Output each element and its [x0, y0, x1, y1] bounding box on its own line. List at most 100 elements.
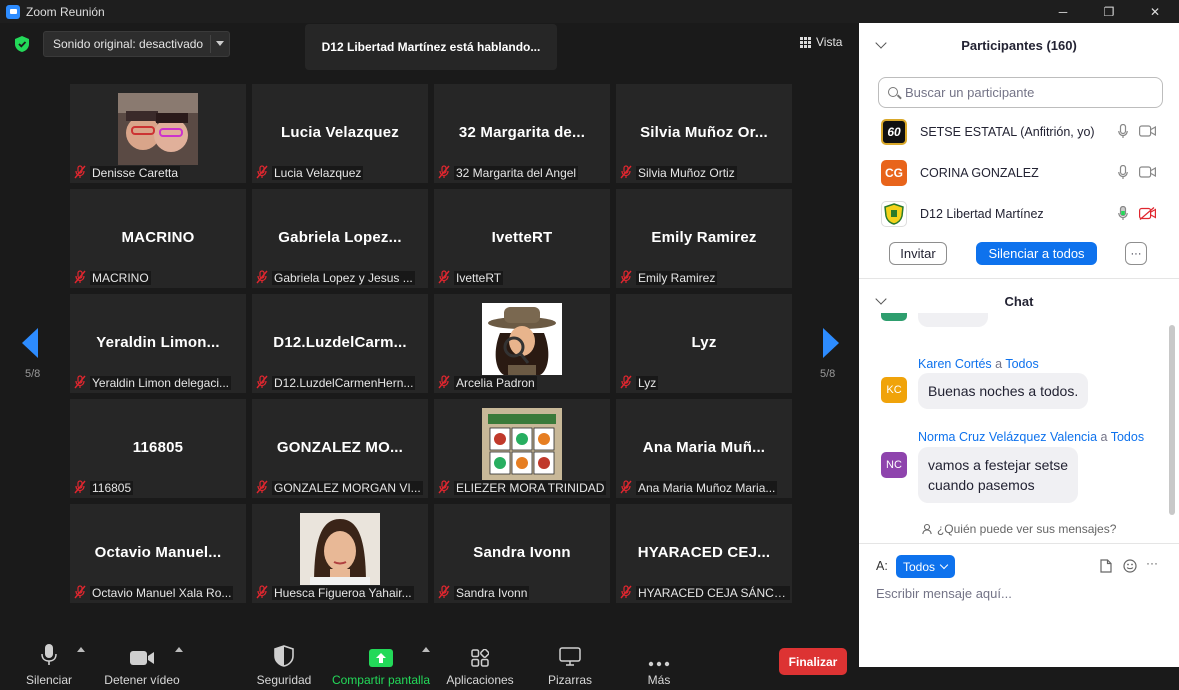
tile-display-name: GONZALEZ MO...	[276, 439, 404, 456]
participants-more-button[interactable]: ···	[1125, 242, 1147, 265]
chat-compose-input[interactable]: Escribir mensaje aquí...	[876, 586, 1012, 601]
maximize-button[interactable]: ❐	[1086, 0, 1132, 23]
avatar	[881, 313, 907, 321]
tile-name-label: D12.LuzdelCarmenHern...	[256, 375, 426, 391]
participant-row[interactable]: D12 Libertad Martínez	[859, 193, 1179, 234]
tile-display-name: Silvia Muñoz Or...	[640, 124, 768, 141]
tile-name-label: 32 Margarita del Angel	[438, 165, 608, 181]
tile-display-name: Lyz	[691, 334, 717, 351]
video-tile[interactable]: HYARACED CEJ... HYARACED CEJA SÁNCH...	[616, 504, 792, 603]
apps-button[interactable]: Aplicaciones	[444, 625, 516, 690]
audio-options-chevron-icon[interactable]	[77, 647, 85, 652]
video-tile[interactable]: Gabriela Lopez... Gabriela Lopez y Jesus …	[252, 189, 428, 288]
share-options-chevron-icon[interactable]	[422, 647, 430, 652]
stop-video-button[interactable]: Detener vídeo	[100, 625, 184, 690]
security-shield-icon[interactable]	[14, 35, 30, 53]
video-tile[interactable]: 32 Margarita de... 32 Margarita del Angel	[434, 84, 610, 183]
video-camera-icon[interactable]	[1139, 125, 1156, 137]
video-tile[interactable]: Yeraldin Limon... Yeraldin Limon delegaci…	[70, 294, 246, 393]
participant-photo	[118, 93, 198, 165]
participant-search-input[interactable]: Buscar un participante	[878, 77, 1163, 108]
video-tile[interactable]: GONZALEZ MO... GONZALEZ MORGAN VI...	[252, 399, 428, 498]
compose-divider	[859, 543, 1179, 544]
chat-more-button[interactable]: ···	[1146, 556, 1158, 570]
participant-row[interactable]: CG CORINA GONZALEZ	[859, 152, 1179, 193]
tile-participant-name: Lyz	[636, 376, 659, 390]
chat-recipient: Todos	[1005, 357, 1039, 371]
video-tile[interactable]: 116805 116805	[70, 399, 246, 498]
more-button[interactable]: Más	[636, 625, 682, 690]
end-meeting-button[interactable]: Finalizar	[779, 648, 847, 675]
chevron-down-icon[interactable]	[216, 41, 224, 46]
microphone-speaking-icon[interactable]	[1118, 206, 1128, 221]
share-screen-label: Compartir pantalla	[331, 673, 431, 687]
next-page-arrow-icon[interactable]	[823, 328, 839, 358]
page-indicator-left: 5/8	[25, 368, 41, 380]
tile-name-label: HYARACED CEJA SÁNCH...	[620, 585, 790, 601]
video-camera-icon[interactable]	[1139, 166, 1156, 178]
apps-icon	[471, 649, 489, 667]
participant-row[interactable]: 60 SETSE ESTATAL (Anfitrión, yo)	[859, 111, 1179, 152]
security-label: Seguridad	[256, 673, 312, 687]
tile-name-label: Octavio Manuel Xala Ro...	[74, 585, 244, 601]
chat-bubble: Buenas noches a todos.	[918, 373, 1089, 409]
video-tile[interactable]: Arcelia Padron	[434, 294, 610, 393]
video-tile[interactable]: Lyz Lyz	[616, 294, 792, 393]
tile-name-label: Sandra Ivonn	[438, 585, 608, 601]
side-panel: Participantes (160) Buscar un participan…	[859, 23, 1179, 667]
file-icon[interactable]	[1100, 559, 1112, 573]
chat-recipient: Todos	[1110, 430, 1145, 444]
tile-name-label: GONZALEZ MORGAN VI...	[256, 480, 426, 496]
recipient-select[interactable]: Todos	[896, 555, 955, 578]
tile-participant-name: Emily Ramirez	[636, 271, 718, 285]
video-tile[interactable]: Sandra Ivonn Sandra Ivonn	[434, 504, 610, 603]
page-indicator-right: 5/8	[820, 368, 836, 380]
security-button[interactable]: Seguridad	[254, 625, 314, 690]
close-button[interactable]: ✕	[1132, 0, 1178, 23]
whiteboards-button[interactable]: Pizarras	[540, 625, 600, 690]
view-button[interactable]: Vista	[800, 35, 842, 49]
video-tile[interactable]: Silvia Muñoz Or... Silvia Muñoz Ortiz	[616, 84, 792, 183]
original-sound-label: Sonido original: desactivado	[53, 37, 204, 51]
video-tile[interactable]: Emily Ramirez Emily Ramirez	[616, 189, 792, 288]
tile-display-name: Octavio Manuel...	[94, 544, 222, 561]
chat-scrollbar[interactable]	[1169, 325, 1175, 515]
muted-microphone-icon	[256, 375, 268, 391]
collapse-chat-chevron-icon[interactable]	[875, 293, 887, 305]
muted-microphone-icon	[256, 270, 268, 286]
video-tile[interactable]: Lucia Velazquez Lucia Velazquez	[252, 84, 428, 183]
video-tile[interactable]: Octavio Manuel... Octavio Manuel Xala Ro.…	[70, 504, 246, 603]
meeting-toolbar: Silenciar Detener vídeo Seguridad Compar…	[0, 625, 859, 690]
stop-video-label: Detener vídeo	[104, 673, 180, 687]
microphone-icon[interactable]	[1118, 124, 1128, 139]
microphone-icon[interactable]	[1118, 165, 1128, 180]
video-off-icon[interactable]	[1139, 207, 1156, 220]
collapse-participants-chevron-icon[interactable]	[875, 37, 887, 49]
muted-microphone-icon	[620, 270, 632, 286]
video-options-chevron-icon[interactable]	[175, 647, 183, 652]
video-tile[interactable]: MACRINO MACRINO	[70, 189, 246, 288]
chat-message-header: Norma Cruz Velázquez Valencia a Todos	[918, 430, 1144, 444]
muted-microphone-icon	[438, 480, 450, 496]
tile-display-name: Ana Maria Muñ...	[642, 439, 766, 456]
mute-all-button[interactable]: Silenciar a todos	[976, 242, 1097, 265]
mute-button[interactable]: Silenciar	[20, 625, 78, 690]
tile-participant-name: HYARACED CEJA SÁNCH...	[636, 586, 790, 600]
invite-button[interactable]: Invitar	[889, 242, 947, 265]
minimize-button[interactable]: ─	[1040, 0, 1086, 23]
tile-name-label: 116805	[74, 480, 244, 496]
previous-page-arrow-icon[interactable]	[22, 328, 38, 358]
video-tile[interactable]: IvetteRT IvetteRT	[434, 189, 610, 288]
video-tile[interactable]: Huesca Figueroa Yahair...	[252, 504, 428, 603]
video-tile[interactable]: ELIEZER MORA TRINIDAD	[434, 399, 610, 498]
participant-avatar-illustration	[482, 303, 562, 375]
avatar: CG	[881, 159, 907, 186]
video-tile[interactable]: D12.LuzdelCarm... D12.LuzdelCarmenHern...	[252, 294, 428, 393]
video-tile[interactable]: Ana Maria Muñ... Ana Maria Muñoz Maria...	[616, 399, 792, 498]
emoji-icon[interactable]	[1123, 559, 1137, 573]
who-can-see-messages[interactable]: ¿Quién puede ver sus mensajes?	[859, 522, 1179, 536]
video-tile[interactable]: Denisse Caretta	[70, 84, 246, 183]
share-screen-button[interactable]: Compartir pantalla	[329, 625, 433, 690]
muted-microphone-icon	[620, 375, 632, 391]
original-sound-toggle[interactable]: Sonido original: desactivado	[43, 31, 230, 57]
